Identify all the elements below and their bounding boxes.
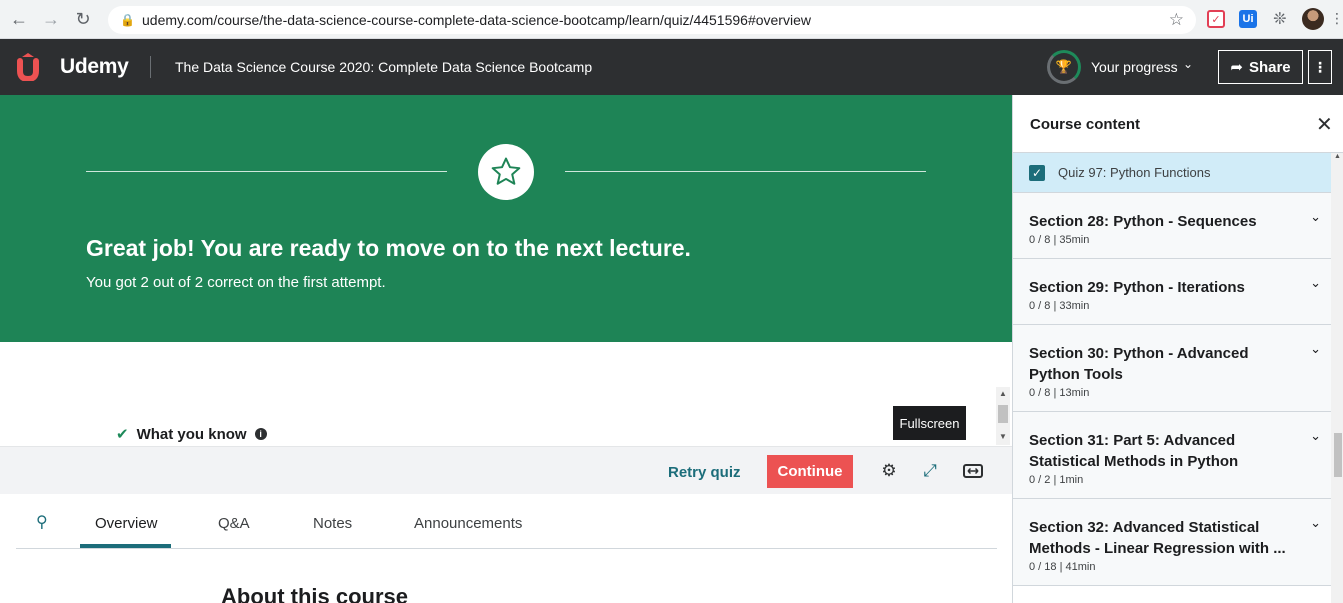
banner-subtitle: You got 2 out of 2 correct on the first … — [86, 274, 386, 291]
tab-qa[interactable]: Q&A — [218, 515, 250, 532]
back-arrow-icon[interactable]: ← — [6, 6, 32, 32]
section-meta: 0 / 8 | 35min — [1029, 234, 1090, 246]
forward-arrow-icon[interactable]: → — [38, 6, 64, 32]
expand-width-icon — [963, 464, 983, 478]
section-item[interactable]: Section 29: Python - Iterations 0 / 8 | … — [1013, 259, 1331, 325]
udemy-logo[interactable]: Udemy — [16, 53, 129, 81]
info-icon[interactable]: i — [254, 428, 267, 440]
course-title[interactable]: The Data Science Course 2020: Complete D… — [175, 59, 592, 75]
progress-label[interactable]: Your progress — [1091, 59, 1178, 75]
about-heading: About this course — [221, 584, 409, 603]
lecture-area: Great job! You are ready to move on to t… — [0, 95, 1012, 603]
scroll-up-icon[interactable]: ▲ — [999, 389, 1007, 398]
chevron-down-icon[interactable]: ⌄ — [1183, 57, 1193, 71]
chevron-down-icon[interactable]: ⌄ — [1310, 341, 1321, 357]
quiz-results: ✔ What you know i ▲ ▼ — [0, 342, 1012, 446]
address-bar[interactable]: 🔒 udemy.com/course/the-data-science-cour… — [108, 6, 1196, 34]
bookmark-star-icon[interactable]: ☆ — [1169, 10, 1184, 30]
section-title: Section 28: Python - Sequences — [1029, 213, 1257, 230]
settings-gear-icon[interactable]: ⚙ — [878, 460, 900, 482]
trophy-icon[interactable]: 🏆 — [1047, 50, 1081, 84]
scroll-up-icon[interactable]: ▲ — [1334, 153, 1341, 160]
more-options-button[interactable]: ⋮ — [1308, 50, 1332, 84]
retry-quiz-button[interactable]: Retry quiz — [668, 464, 741, 481]
star-icon — [491, 157, 521, 185]
section-item[interactable]: Section 30: Python - Advanced Python Too… — [1013, 325, 1331, 412]
section-meta: 0 / 2 | 1min — [1029, 474, 1084, 486]
continue-button[interactable]: Continue — [767, 455, 853, 488]
tab-overview[interactable]: Overview — [95, 515, 158, 532]
check-icon: ✔ — [116, 426, 129, 443]
extensions-puzzle-icon[interactable]: ❊ — [1271, 10, 1289, 28]
chevron-down-icon[interactable]: ⌄ — [1310, 515, 1321, 531]
logo-text: Udemy — [60, 55, 129, 78]
section-meta: 0 / 8 | 13min — [1029, 387, 1090, 399]
success-banner: Great job! You are ready to move on to t… — [0, 95, 1012, 342]
what-you-know-label: What you know — [136, 425, 247, 443]
section-list: ✓ Quiz 97: Python Functions Section 28: … — [1013, 153, 1331, 586]
banner-title: Great job! You are ready to move on to t… — [86, 235, 691, 261]
tab-notes[interactable]: Notes — [313, 515, 352, 532]
chevron-down-icon[interactable]: ⌄ — [1310, 275, 1321, 291]
section-title: Section 30: Python - Advanced Python Too… — [1029, 345, 1249, 383]
section-item[interactable]: Section 28: Python - Sequences 0 / 8 | 3… — [1013, 193, 1331, 259]
header-divider — [150, 56, 151, 78]
course-content-sidebar: Course content ✕ ✓ Quiz 97: Python Funct… — [1012, 95, 1343, 603]
share-arrow-icon: ➦ — [1230, 59, 1243, 76]
section-meta: 0 / 8 | 33min — [1029, 300, 1090, 312]
divider-line — [86, 171, 447, 172]
sidebar-title: Course content — [1030, 116, 1141, 133]
divider-line — [565, 171, 926, 172]
sidebar-header: Course content ✕ — [1013, 95, 1343, 153]
browser-toolbar: ← → ↻ 🔒 udemy.com/course/the-data-scienc… — [0, 0, 1343, 39]
results-scrollbar[interactable]: ▲ ▼ — [996, 387, 1010, 445]
url-text: udemy.com/course/the-data-science-course… — [142, 12, 811, 28]
fullscreen-tooltip: Fullscreen — [893, 406, 966, 440]
profile-avatar[interactable] — [1302, 8, 1324, 30]
share-button[interactable]: ➦ Share — [1218, 50, 1303, 84]
pocket-extension-icon[interactable]: ✓ — [1207, 10, 1225, 28]
section-item[interactable]: Section 31: Part 5: Advanced Statistical… — [1013, 412, 1331, 499]
scroll-down-icon[interactable]: ▼ — [999, 432, 1007, 441]
fullscreen-expand-icon[interactable]: ⤢ — [919, 460, 941, 482]
sidebar-scrollbar[interactable]: ▲ — [1331, 153, 1343, 603]
scroll-thumb[interactable] — [1334, 433, 1342, 477]
section-title: Section 29: Python - Iterations — [1029, 279, 1245, 296]
section-meta: 0 / 18 | 41min — [1029, 561, 1096, 573]
theater-mode-icon[interactable] — [962, 460, 984, 482]
udemy-logo-icon — [17, 53, 39, 81]
chevron-down-icon[interactable]: ⌄ — [1310, 428, 1321, 444]
what-you-know-heading: ✔ What you know i — [116, 425, 267, 443]
section-item[interactable]: Section 32: Advanced Statistical Methods… — [1013, 499, 1331, 586]
active-tab-indicator — [80, 544, 171, 548]
close-icon[interactable]: ✕ — [1316, 112, 1333, 137]
star-badge — [478, 144, 534, 200]
browser-menu-icon[interactable]: ⋮ — [1330, 10, 1343, 27]
quiz-footer: Retry quiz Continue ⚙ ⤢ — [0, 446, 1012, 494]
tab-announcements[interactable]: Announcements — [414, 515, 522, 532]
app-header: Udemy The Data Science Course 2020: Comp… — [0, 39, 1343, 95]
lock-icon: 🔒 — [120, 13, 135, 27]
ui-extension-icon[interactable]: Ui — [1239, 10, 1257, 28]
section-title: Section 32: Advanced Statistical Methods… — [1029, 519, 1286, 557]
chevron-down-icon[interactable]: ⌄ — [1310, 209, 1321, 225]
scroll-thumb[interactable] — [998, 405, 1008, 423]
share-label: Share — [1248, 58, 1291, 76]
reload-icon[interactable]: ↻ — [70, 6, 96, 32]
course-tabs: ⚲ Overview Q&A Notes Announcements — [16, 494, 997, 549]
checkbox-checked[interactable]: ✓ — [1029, 164, 1045, 181]
search-icon[interactable]: ⚲ — [36, 512, 48, 532]
quiz-item-label: Quiz 97: Python Functions — [1058, 165, 1211, 180]
section-title: Section 31: Part 5: Advanced Statistical… — [1029, 432, 1239, 470]
current-quiz-item[interactable]: ✓ Quiz 97: Python Functions — [1013, 153, 1331, 193]
